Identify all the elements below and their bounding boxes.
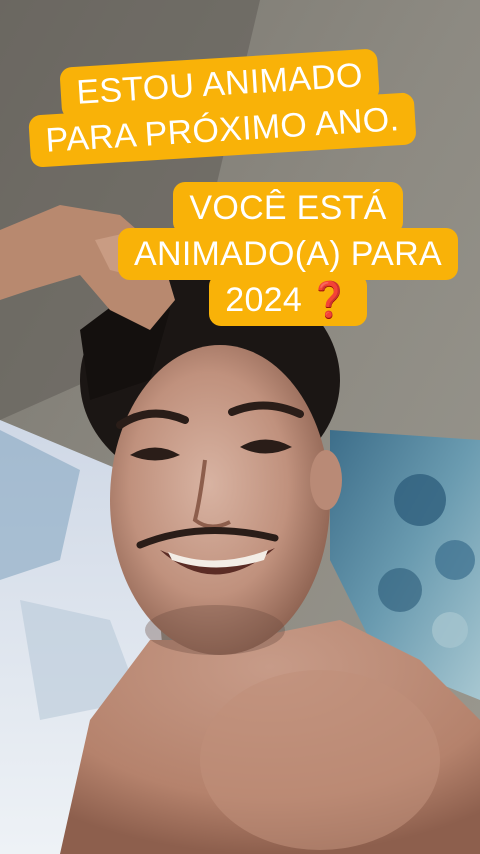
- caption-bottom-line-2: ANIMADO(A) PARA: [117, 228, 458, 280]
- caption-bottom-line-3: 2024: [225, 281, 303, 319]
- question-mark-icon: ❓: [308, 281, 351, 319]
- story-frame: ESTOU ANIMADO PARA PRÓXIMO ANO. VOCÊ EST…: [0, 0, 480, 854]
- caption-bottom-line-1: VOCÊ ESTÁ: [173, 182, 403, 234]
- caption-bottom-line-3-wrap: 2024 ❓: [209, 274, 367, 326]
- caption-bottom: VOCÊ ESTÁ ANIMADO(A) PARA 2024 ❓: [98, 182, 478, 326]
